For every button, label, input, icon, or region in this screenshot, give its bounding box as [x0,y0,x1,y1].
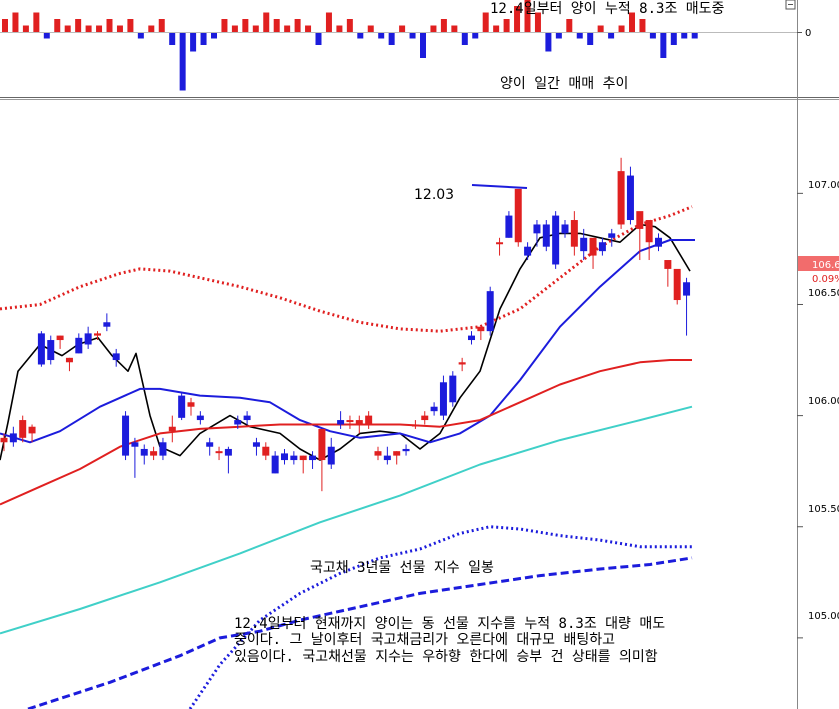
flow-bar [190,32,197,52]
tick-label: 107.00 [808,180,839,191]
flow-bar [336,25,343,32]
flow-bar [54,19,61,32]
candle [122,411,130,461]
candle [486,286,494,336]
candle [552,211,560,269]
flow-bar [367,25,374,32]
tick-label: 106.00 [808,396,839,407]
flow-bar [252,25,259,32]
note-line-3: 있음이다. 국고채선물 지수는 우하향 한다에 승부 건 상태를 의미함 [234,649,658,665]
flow-bar [263,12,270,32]
flow-bar [127,19,134,32]
flow-bar [305,25,312,32]
flow-bar [22,25,29,32]
flow-bar [618,25,625,32]
flow-bar [399,25,406,32]
flow-bar [169,32,176,45]
tick-label: 105.50 [808,504,839,515]
flow-bar [587,32,594,45]
flow-bar [64,25,71,32]
tick-label: 0 [805,28,811,39]
flow-bar [503,19,510,32]
tick-label: 105.00 [808,611,839,622]
flow-bar [493,25,500,32]
flow-bar [116,25,123,32]
flow-bar [420,32,426,58]
flow-bar [388,32,395,45]
flow-bar [75,19,82,32]
note-line-1: 12.4일부터 현재까지 양이는 동 선물 지수를 누적 8.3조 대량 매도 [234,616,665,632]
flow-bar [284,25,291,32]
flow-bar [231,25,238,32]
flow-bar [639,19,646,32]
candle [449,371,457,407]
flow-bar [273,19,280,32]
flow-bar [242,19,249,32]
chart-canvas: 0 107.00 106.50 106.00 105.50 105.00 106… [0,0,839,709]
candle [514,188,522,247]
last-price: 106.6 [812,260,839,271]
flow-bar [482,12,489,32]
flow-bar [325,12,332,32]
flow-bar [96,25,103,32]
tick-label: 106.50 [808,288,839,299]
annotation-label: 12.03 [414,187,454,203]
header-note: 12.4일부터 양이 누적 8.3조 매도중 [490,1,725,17]
flow-bar [33,12,40,32]
flow-bar [85,25,92,32]
flow-bar [660,32,667,58]
flow-bar [179,32,186,91]
candle [439,375,447,421]
flow-bar [670,32,677,45]
candle [37,331,45,367]
flow-bar [545,32,552,52]
flow-bar [221,19,228,32]
main-chart-title: 국고채 3년물 선물 지수 일봉 [310,560,494,576]
candle [542,220,550,252]
note-line-2: 중이다. 그 날이후터 국고채금리가 오른다에 대규모 배팅하고 [234,632,615,648]
flow-bar [346,19,353,32]
flow-bar [451,25,458,32]
flow-bar [2,19,8,32]
flow-bar [12,12,19,32]
flow-panel-title: 양이 일간 매매 추이 [500,76,628,92]
flow-bar [597,25,604,32]
flow-bar [200,32,207,45]
candle [673,268,681,305]
candle [178,393,186,421]
flow-bar [148,25,155,32]
flow-bar [566,19,573,32]
flow-bar [315,32,322,45]
flow-bar [430,25,437,32]
flow-bar [294,19,301,32]
flow-bar [106,19,113,32]
flow-bar [461,32,468,45]
flow-bar [440,19,447,32]
flow-bar [158,19,165,32]
last-change: 0.09% [812,274,839,285]
